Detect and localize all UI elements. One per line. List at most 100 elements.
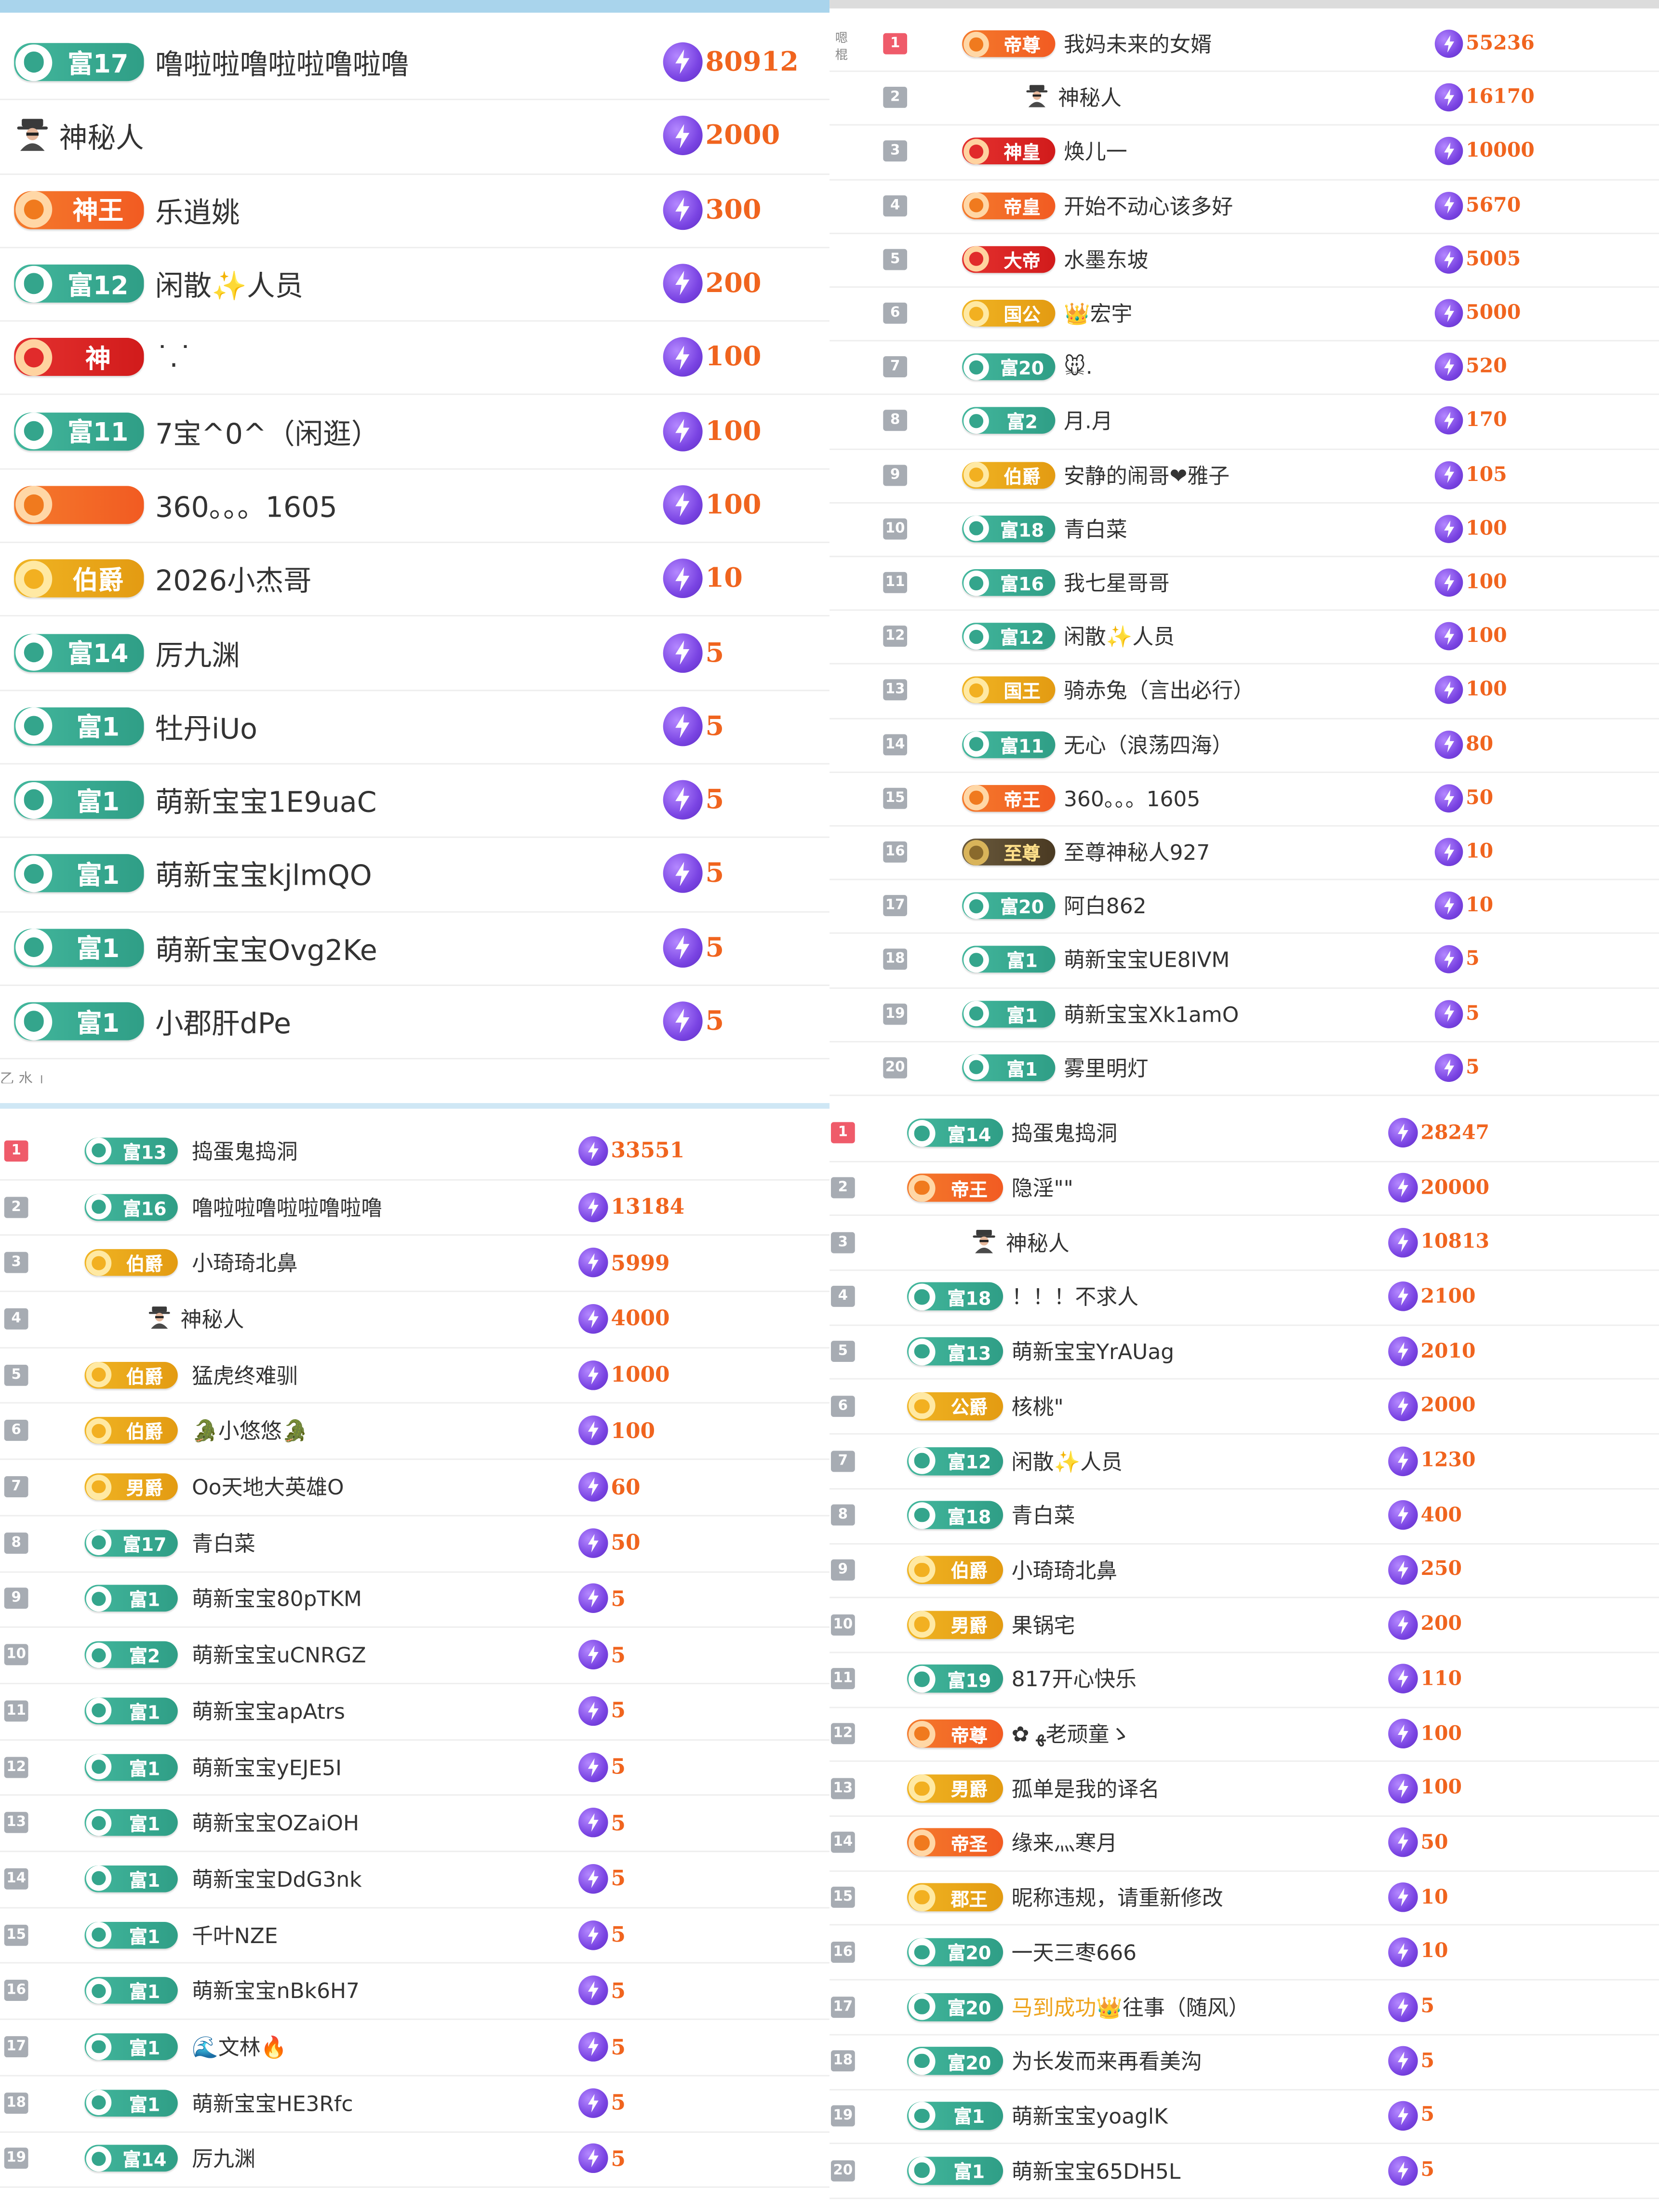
user-nickname[interactable]: 神秘人 [59,116,144,157]
user-nickname[interactable]: 雾里明灯 [1064,1053,1149,1082]
leaderboard-row[interactable]: 富1 牡丹iUo 5 [0,689,830,765]
user-nickname[interactable]: 360。。。1605 [1064,784,1200,813]
user-nickname[interactable]: 乐逍姚 [155,189,240,230]
user-nickname[interactable]: 神秘人 [1058,83,1122,112]
leaderboard-row[interactable]: 13 男爵 孤单是我的译名 100 [830,1761,1659,1817]
leaderboard-row[interactable]: 7 富12 闲散✨人员 1230 [830,1433,1659,1490]
user-nickname[interactable]: 萌新宝宝Ovg2Ke [155,927,377,968]
leaderboard-row[interactable]: 富1 萌新宝宝Ovg2Ke 5 [0,911,830,986]
leaderboard-row[interactable]: 7 富20 🐭. 520 [830,340,1659,396]
user-nickname[interactable]: 🐭. [1064,355,1093,380]
leaderboard-row[interactable]: 3 神皇 焕儿一 10000 [830,125,1659,180]
leaderboard-row[interactable]: 10 富18 青白菜 100 [830,502,1659,558]
user-nickname[interactable]: 隐淫"" [1012,1173,1073,1202]
user-nickname[interactable]: 开始不动心该多好 [1064,191,1233,220]
user-nickname[interactable]: 小琦琦北鼻 [1012,1555,1118,1585]
user-nickname[interactable]: 萌新宝宝yEJE5I [192,1752,342,1781]
leaderboard-row[interactable]: 4 神秘人 4000 [0,1291,830,1348]
user-nickname[interactable]: 捣蛋鬼捣洞 [1012,1119,1118,1148]
leaderboard-row[interactable]: 3 伯爵 小琦琦北鼻 5999 [0,1235,830,1293]
leaderboard-row[interactable]: 14 帝圣 缘来灬寒月 50 [830,1815,1659,1872]
user-nickname[interactable]: 360。。。1605 [155,484,337,525]
user-nickname[interactable]: Oo天地大英雄O [192,1472,344,1501]
leaderboard-row[interactable]: 富11 7宝^0^（闲逛） 100 [0,394,830,470]
leaderboard-row[interactable]: 6 公爵 核桃" 2000 [830,1379,1659,1435]
user-nickname[interactable]: 猛虎终难驯 [192,1360,298,1389]
leaderboard-row[interactable]: 9 伯爵 小琦琦北鼻 250 [830,1543,1659,1599]
user-nickname[interactable]: 核桃" [1012,1391,1064,1421]
user-nickname[interactable]: 焕儿一 [1064,137,1127,166]
leaderboard-row[interactable]: 19 富1 萌新宝宝Xk1amO 5 [830,987,1659,1042]
leaderboard-row[interactable]: 12 富1 萌新宝宝yEJE5I 5 [0,1739,830,1797]
user-nickname[interactable]: 萌新宝宝apAtrs [192,1696,345,1725]
leaderboard-row[interactable]: 富12 闲散✨人员 200 [0,247,830,322]
user-nickname[interactable]: 捣蛋鬼捣洞 [192,1136,298,1165]
leaderboard-row[interactable]: 16 至尊 至尊神秘人927 10 [830,825,1659,880]
leaderboard-row[interactable]: 14 富11 无心（浪荡四海） 80 [830,718,1659,773]
leaderboard-row[interactable]: 18 富20 为长发而来再看美沟 5 [830,2034,1659,2090]
user-nickname[interactable]: 萌新宝宝nBk6H7 [192,1976,360,2005]
leaderboard-row[interactable]: 9 富1 萌新宝宝80pTKM 5 [0,1571,830,1628]
leaderboard-row[interactable]: 20 富1 雾里明灯 5 [830,1041,1659,1096]
leaderboard-row[interactable]: 神王 乐逍姚 300 [0,173,830,248]
user-nickname[interactable]: 萌新宝宝Xk1amO [1064,999,1239,1028]
leaderboard-row[interactable]: 13 国王 骑赤兔（言出必行） 100 [830,664,1659,719]
leaderboard-row[interactable]: 8 富18 青白菜 400 [830,1488,1659,1544]
user-nickname[interactable]: 闲散✨人员 [155,263,303,304]
user-nickname[interactable]: 月.月 [1064,406,1113,436]
leaderboard-row[interactable]: 15 富1 千叶NZE 5 [0,1907,830,1964]
leaderboard-row[interactable]: 5 伯爵 猛虎终难驯 1000 [0,1347,830,1404]
user-nickname[interactable]: 厉九渊 [155,632,240,673]
user-nickname[interactable]: ˙.˙ [155,340,192,374]
leaderboard-row[interactable]: 富1 萌新宝宝kjlmQO 5 [0,837,830,912]
user-nickname[interactable]: 青白菜 [192,1528,255,1558]
leaderboard-row[interactable]: 12 帝尊 ✿ ﻬ老顽童ゝ 100 [830,1706,1659,1762]
leaderboard-row[interactable]: 3 神秘人 10813 [830,1215,1659,1271]
user-nickname[interactable]: 小琦琦北鼻 [192,1248,298,1278]
leaderboard-row[interactable]: 10 富2 萌新宝宝uCNRGZ 5 [0,1627,830,1684]
leaderboard-row[interactable]: 16 富1 萌新宝宝nBk6H7 5 [0,1963,830,2021]
user-nickname[interactable]: 厉九渊 [192,2144,255,2173]
user-nickname[interactable]: 神秘人 [181,1304,244,1333]
leaderboard-row[interactable]: 17 富1 🌊文林🔥 5 [0,2019,830,2077]
user-nickname[interactable]: 一天三枣666 [1012,1937,1137,1967]
leaderboard-row[interactable]: 5 富13 萌新宝宝YrAUag 2010 [830,1324,1659,1381]
leaderboard-row[interactable]: 富1 小郡肝dPe 5 [0,985,830,1060]
leaderboard-row[interactable]: 2 帝王 隐淫"" 20000 [830,1160,1659,1217]
leaderboard-row[interactable]: 8 富17 青白菜 50 [0,1515,830,1572]
user-nickname[interactable]: 我妈未来的女婿 [1064,29,1212,58]
user-nickname[interactable]: 闲散✨人员 [1064,622,1175,651]
user-nickname[interactable]: 萌新宝宝OZaiOH [192,1808,359,1838]
leaderboard-row[interactable]: 4 富18 ！！！不求人 2100 [830,1270,1659,1326]
user-nickname[interactable]: 小郡肝dPe [155,1001,291,1042]
leaderboard-row[interactable]: 2 神秘人 16170 [830,71,1659,126]
leaderboard-row[interactable]: 19 富1 萌新宝宝yoaglK 5 [830,2089,1659,2145]
user-nickname[interactable]: 阿白862 [1064,891,1147,920]
leaderboard-row[interactable]: 18 富1 萌新宝宝UE8IVM 5 [830,933,1659,988]
leaderboard-row[interactable]: 2 富16 噜啦啦噜啦啦噜啦噜 13184 [0,1179,830,1237]
leaderboard-row[interactable]: 18 富1 萌新宝宝HE3Rfc 5 [0,2075,830,2132]
leaderboard-row[interactable]: 1 富14 捣蛋鬼捣洞 28247 [830,1106,1659,1162]
user-nickname[interactable]: 无心（浪荡四海） [1064,730,1233,759]
user-nickname[interactable]: 青白菜 [1064,514,1127,544]
user-nickname[interactable]: 果锅宅 [1012,1610,1075,1639]
user-nickname[interactable]: 🐊小悠悠🐊 [192,1416,308,1445]
leaderboard-row[interactable]: 11 富19 817开心快乐 110 [830,1652,1659,1708]
user-nickname[interactable]: 萌新宝宝kjlmQO [155,853,372,894]
user-nickname[interactable]: 安静的闹哥❤雅子 [1064,460,1230,490]
user-nickname[interactable]: 牡丹iUo [155,706,257,746]
leaderboard-row[interactable]: 15 郡王 昵称违规，请重新修改 10 [830,1870,1659,1926]
leaderboard-row[interactable]: 15 帝王 360。。。1605 50 [830,771,1659,827]
leaderboard-row[interactable]: 1 帝尊 我妈未来的女婿 55236 [830,17,1659,72]
leaderboard-row[interactable]: 20 富1 萌新宝宝65DH5L 5 [830,2143,1659,2199]
leaderboard-row[interactable]: 10 男爵 果锅宅 200 [830,1597,1659,1653]
user-nickname[interactable]: 至尊神秘人927 [1064,837,1210,866]
user-nickname[interactable]: 萌新宝宝UE8IVM [1064,945,1230,974]
leaderboard-row[interactable]: 19 富14 厉九渊 5 [0,2131,830,2188]
user-nickname[interactable]: 水墨东坡 [1064,245,1149,274]
leaderboard-row[interactable]: 14 富1 萌新宝宝DdG3nk 5 [0,1851,830,1908]
leaderboard-row[interactable]: 11 富16 我七星哥哥 100 [830,556,1659,611]
leaderboard-row[interactable]: 5 大帝 水墨东坡 5005 [830,232,1659,288]
user-nickname[interactable]: 马到成功👑往事（随风） [1012,1992,1250,2021]
user-nickname[interactable]: 孤单是我的译名 [1012,1773,1160,1803]
